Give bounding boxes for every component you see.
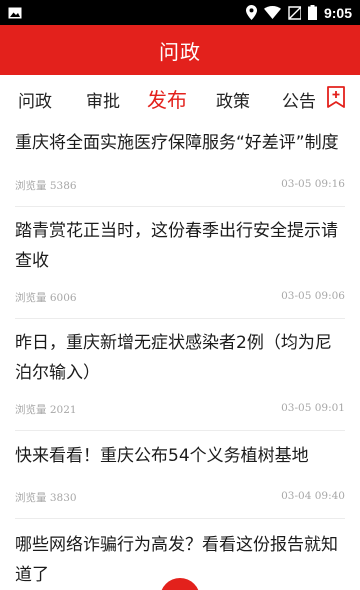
article-meta: 浏览量 5386 03-05 09:16 bbox=[15, 178, 345, 193]
article-title: 快来看看！重庆公布54个义务植树基地 bbox=[15, 446, 309, 466]
page-title: 问政 bbox=[159, 39, 201, 64]
article-title: 踏青赏花正当时，这份春季出行安全提示请查收 bbox=[15, 221, 338, 271]
divider bbox=[15, 430, 345, 431]
status-time: 9:05 bbox=[323, 4, 352, 21]
category-tab-bar: 问政 审批 发布 政策 公告 bbox=[0, 75, 360, 120]
tab-shenpi[interactable]: 审批 bbox=[86, 87, 120, 112]
wifi-icon bbox=[263, 6, 281, 19]
tab-wenzheng[interactable]: 问政 bbox=[18, 87, 52, 112]
view-count: 浏览量 5386 bbox=[15, 180, 77, 192]
publish-date: 03-05 09:16 bbox=[281, 178, 345, 190]
publish-date: 03-05 09:01 bbox=[281, 402, 345, 414]
divider bbox=[15, 318, 345, 319]
list-item[interactable]: 快来看看！重庆公布54个义务植树基地 bbox=[0, 441, 360, 471]
list-item[interactable]: 重庆将全面实施医疗保障服务“好差评”制度 bbox=[0, 128, 360, 158]
battery-icon bbox=[307, 5, 317, 20]
app-header: 问政 bbox=[0, 25, 360, 75]
article-meta: 浏览量 3830 03-04 09:40 bbox=[15, 490, 345, 505]
add-tab-icon[interactable] bbox=[324, 85, 348, 109]
tab-zhengce[interactable]: 政策 bbox=[216, 87, 250, 112]
status-bar: 9:05 bbox=[0, 0, 360, 25]
view-count: 浏览量 2021 bbox=[15, 404, 77, 416]
image-icon bbox=[8, 7, 22, 19]
divider bbox=[15, 518, 345, 519]
view-count: 浏览量 3830 bbox=[15, 492, 77, 504]
article-title: 昨日，重庆新增无症状感染者2例（均为尼泊尔输入） bbox=[15, 333, 332, 383]
publish-date: 03-04 09:40 bbox=[281, 490, 345, 502]
location-icon bbox=[245, 5, 257, 20]
article-meta: 浏览量 6006 03-05 09:06 bbox=[15, 290, 345, 305]
tab-fabu[interactable]: 发布 bbox=[147, 84, 187, 113]
no-sim-icon bbox=[288, 5, 301, 20]
view-count: 浏览量 6006 bbox=[15, 292, 77, 304]
article-title: 重庆将全面实施医疗保障服务“好差评”制度 bbox=[15, 133, 339, 153]
list-item[interactable]: 昨日，重庆新增无症状感染者2例（均为尼泊尔输入） bbox=[0, 328, 360, 388]
list-item[interactable]: 踏青赏花正当时，这份春季出行安全提示请查收 bbox=[0, 216, 360, 276]
publish-date: 03-05 09:06 bbox=[281, 290, 345, 302]
divider bbox=[15, 206, 345, 207]
article-meta: 浏览量 2021 03-05 09:01 bbox=[15, 402, 345, 417]
tab-gonggao[interactable]: 公告 bbox=[282, 87, 316, 112]
